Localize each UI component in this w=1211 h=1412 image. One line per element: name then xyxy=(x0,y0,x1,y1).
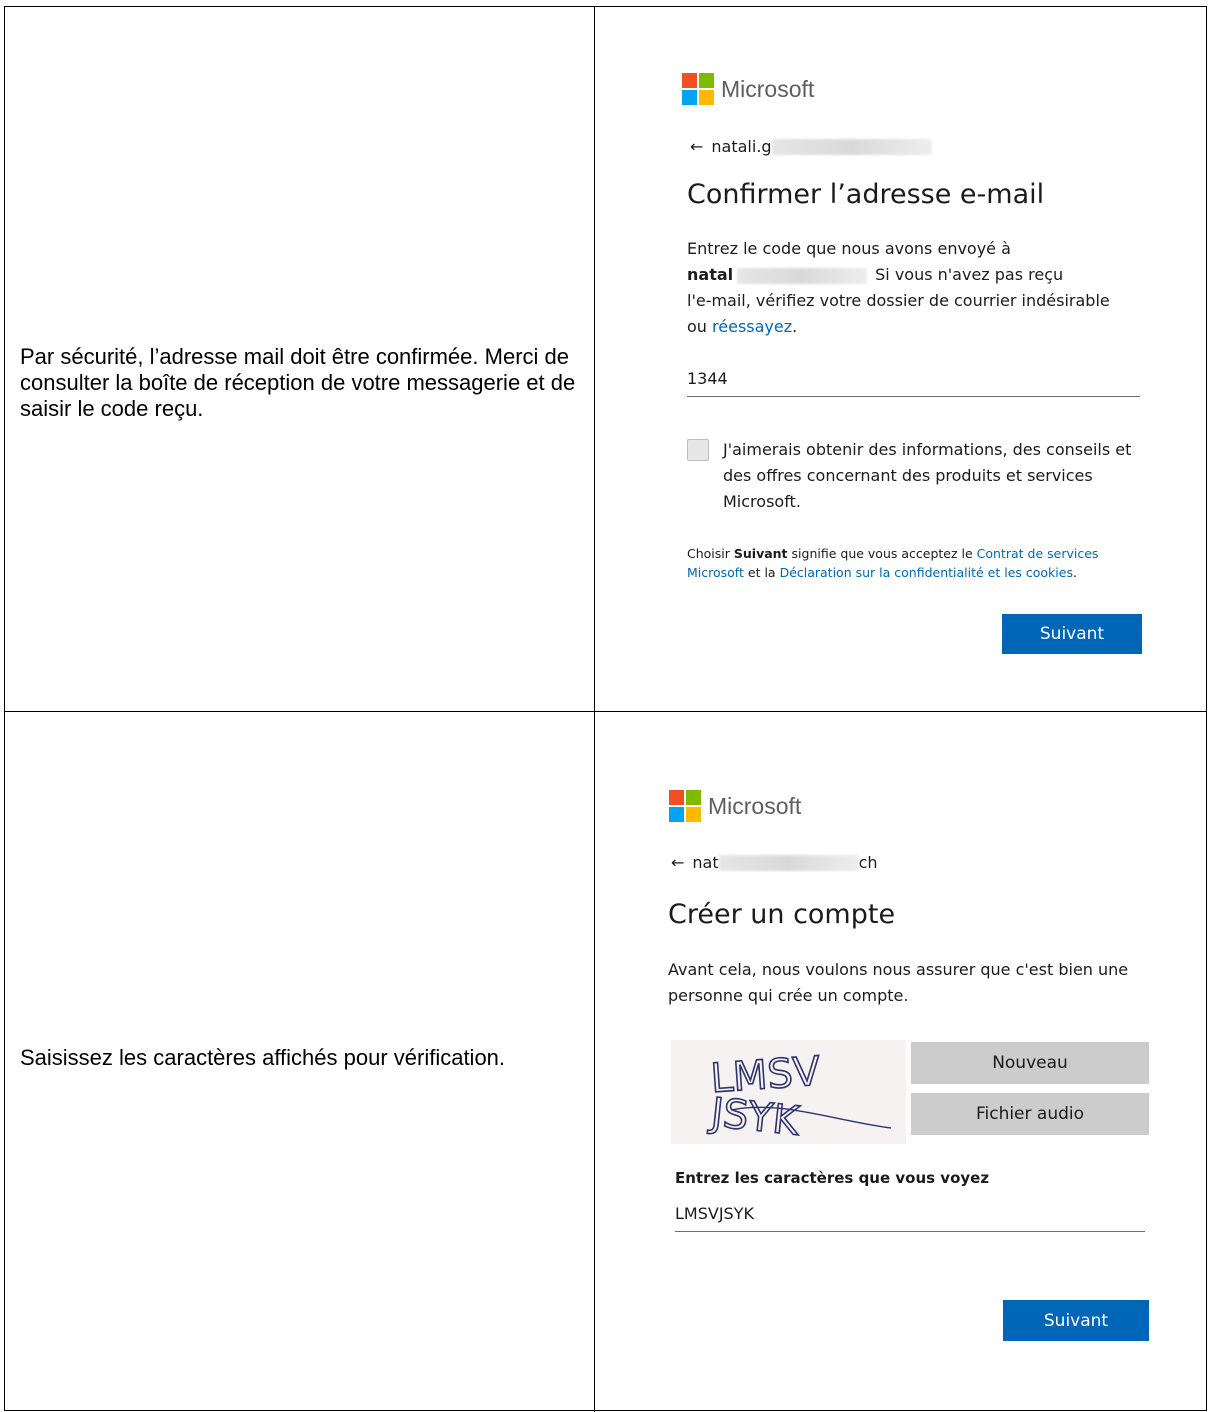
marketing-checkbox-label: J'aimerais obtenir des informations, des… xyxy=(723,440,1132,511)
code-input[interactable]: 1344 xyxy=(687,369,1140,397)
marketing-checkbox[interactable] xyxy=(687,439,709,461)
captcha-input[interactable]: LMSVJSYK xyxy=(675,1204,1145,1232)
document-table: Par sécurité, l’adresse mail doit être c… xyxy=(4,6,1207,1412)
column-divider xyxy=(594,712,595,1412)
desc-line-3: l'e-mail, vérifiez votre dossier de cour… xyxy=(687,291,1110,310)
description: Avant cela, nous voulons nous assurer qu… xyxy=(668,960,1129,1005)
screenshot-create-account: Microsoft ← nat ch Créer un compte Avant… xyxy=(621,717,1191,1401)
back-identity[interactable]: ← nat ch xyxy=(671,853,878,872)
marketing-checkbox-row[interactable]: J'aimerais obtenir des informations, des… xyxy=(687,437,1147,515)
page-title: Créer un compte xyxy=(668,899,896,930)
instruction-text-captcha: Saisissez les caractères affichés pour v… xyxy=(20,1045,506,1070)
back-identity[interactable]: ← natali.g xyxy=(690,137,932,156)
logo-text: Microsoft xyxy=(708,792,802,819)
privacy-link[interactable]: Déclaration sur la confidentialité et le… xyxy=(780,565,1073,580)
description: Entrez le code que nous avons envoyé à n… xyxy=(687,239,1110,336)
desc-bold-email: natal xyxy=(687,265,734,284)
table-row-captcha: Saisissez les caractères affichés pour v… xyxy=(5,712,1206,1412)
microsoft-logo-icon xyxy=(682,73,714,105)
retry-link[interactable]: réessayez xyxy=(712,317,792,336)
table-row-confirm-email: Par sécurité, l’adresse mail doit être c… xyxy=(5,7,1206,712)
audio-captcha-button[interactable]: Fichier audio xyxy=(911,1093,1149,1135)
microsoft-logo: Microsoft xyxy=(682,73,814,105)
desc-or: ou xyxy=(687,317,707,336)
captcha-image: LMSV JSYK xyxy=(671,1040,906,1146)
captcha-line-2: JSYK xyxy=(706,1090,803,1144)
captcha-distorted-text: LMSV JSYK xyxy=(705,1048,892,1146)
redacted-email xyxy=(771,138,932,155)
back-arrow-icon[interactable]: ← xyxy=(671,853,684,872)
legal-text: Choisir Suivant signifie que vous accept… xyxy=(687,546,1099,580)
redacted-email xyxy=(718,854,859,871)
captcha-field-label: Entrez les caractères que vous voyez xyxy=(675,1169,990,1187)
redacted-email-2 xyxy=(737,267,868,284)
desc-line-2: Si vous n'avez pas reçu xyxy=(875,265,1064,284)
instruction-text-confirm: Par sécurité, l’adresse mail doit être c… xyxy=(20,344,576,421)
screenshot-confirm-email: Microsoft ← natali.g Confirmer l’adresse… xyxy=(630,19,1175,689)
back-email: natali.g xyxy=(711,137,772,156)
logo-text: Microsoft xyxy=(721,75,815,102)
back-email-end: ch xyxy=(858,853,878,872)
back-arrow-icon[interactable]: ← xyxy=(690,137,703,156)
new-captcha-button[interactable]: Nouveau xyxy=(911,1042,1149,1084)
page-title: Confirmer l’adresse e-mail xyxy=(687,179,1045,210)
next-button[interactable]: Suivant xyxy=(1003,1300,1149,1341)
column-divider xyxy=(594,7,595,711)
desc-line-1: Entrez le code que nous avons envoyé à xyxy=(687,239,1011,258)
microsoft-logo: Microsoft xyxy=(669,790,801,822)
back-email-start: nat xyxy=(692,853,719,872)
next-button[interactable]: Suivant xyxy=(1002,614,1142,654)
microsoft-logo-icon xyxy=(669,790,701,822)
